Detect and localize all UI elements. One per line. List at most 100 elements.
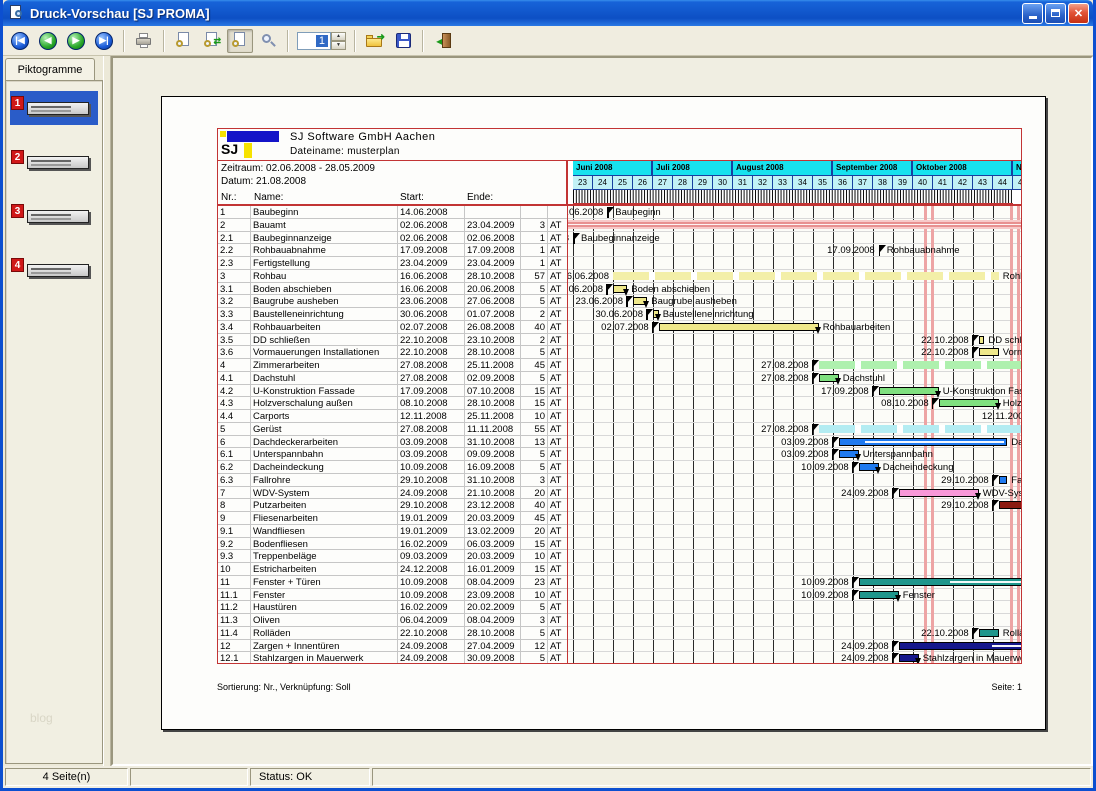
milestone-flag-icon <box>606 284 614 295</box>
page-thumbnail-image <box>27 264 89 277</box>
table-cell: Stahlzargen in Mauerwerk <box>251 652 398 664</box>
table-cell: AT <box>548 652 567 664</box>
gantt-label: 27.08.2008 <box>761 360 809 371</box>
table-cell: AT <box>548 359 567 371</box>
exit-button[interactable]: ◄ <box>430 29 456 53</box>
magnifier-icon <box>260 33 276 49</box>
timeline-month: November 2008 <box>1013 161 1022 176</box>
gantt-label: 29.10.2008 <box>941 475 989 486</box>
table-cell: 02.06.2008 <box>398 232 465 244</box>
table-row: 8Putzarbeiten29.10.200823.12.200840AT <box>218 499 567 512</box>
table-cell: Wandfliesen <box>251 525 398 537</box>
close-button[interactable]: ✕ <box>1068 3 1089 24</box>
table-cell: 5 <box>521 372 548 384</box>
page-thumbnail-3[interactable]: 3 <box>10 199 98 233</box>
print-button[interactable] <box>131 29 157 53</box>
table-cell: Unterspannbahn <box>251 448 398 460</box>
table-cell: 31.10.2008 <box>465 474 521 486</box>
page-thumbnail-image <box>27 210 89 223</box>
table-cell: 02.06.2008 <box>398 219 465 231</box>
zoom-out-page-icon <box>176 32 192 49</box>
table-cell: 28.10.2008 <box>465 346 521 358</box>
table-cell: AT <box>548 334 567 346</box>
next-page-button[interactable]: ▶ <box>63 29 89 53</box>
table-cell: 1 <box>521 232 548 244</box>
page-thumbnail-image <box>27 102 89 115</box>
gantt-bar <box>979 348 999 356</box>
status-bar: 4 Seite(n) Status: OK <box>3 766 1093 788</box>
table-cell: AT <box>548 423 567 435</box>
spinner-down-button[interactable]: ▼ <box>331 41 346 50</box>
table-cell: 09.09.2008 <box>465 448 521 460</box>
table-cell: Baubeginnanzeige <box>251 232 398 244</box>
table-cell: Dacheindeckung <box>251 461 398 473</box>
open-file-button[interactable]: ➜ <box>362 29 388 53</box>
page-thumbnail-2[interactable]: 2 <box>10 145 98 179</box>
table-cell: 27.06.2008 <box>465 295 521 307</box>
table-cell: 06.03.2009 <box>465 538 521 550</box>
table-cell: 16.06.2008 <box>398 270 465 282</box>
table-cell: 11.11.2008 <box>465 423 521 435</box>
timeline-month: Oktober 2008 <box>913 161 1013 176</box>
table-cell: 3.2 <box>218 295 251 307</box>
gantt-label: 08.10.2008 <box>881 398 929 409</box>
table-row: 3.6Vormauerungen Installationen22.10.200… <box>218 346 567 359</box>
table-row: 11.1Fenster10.09.200823.09.200810AT <box>218 589 567 602</box>
table-cell: 6.3 <box>218 474 251 486</box>
table-cell: AT <box>548 576 567 588</box>
zoom-fit-page-button[interactable]: ⇄ <box>199 29 225 53</box>
table-cell: AT <box>548 640 567 652</box>
first-page-button[interactable]: |◀ <box>7 29 33 53</box>
minimize-button[interactable] <box>1022 3 1043 24</box>
table-cell: Carports <box>251 410 398 422</box>
gantt-row-line <box>568 231 1021 232</box>
gantt-label: 16.06.2008 <box>567 284 603 295</box>
table-cell: 20 <box>521 525 548 537</box>
table-cell: 27.08.2008 <box>398 423 465 435</box>
page-spinner: 1 ▲ ▼ <box>297 32 346 50</box>
zoom-fit-page-icon: ⇄ <box>204 32 220 49</box>
timeline-month: Juli 2008 <box>653 161 733 176</box>
page-number-input[interactable]: 1 <box>297 32 331 50</box>
tab-piktogramme[interactable]: Piktogramme <box>5 58 95 80</box>
spinner-up-button[interactable]: ▲ <box>331 32 346 41</box>
link-arrow-icon <box>643 301 649 308</box>
sidebar-splitter[interactable] <box>103 56 111 766</box>
last-page-button[interactable]: ▶| <box>91 29 117 53</box>
link-arrow-icon <box>855 454 861 461</box>
link-arrow-icon <box>655 314 661 321</box>
next-page-icon: ▶ <box>67 32 85 50</box>
maximize-button[interactable] <box>1045 3 1066 24</box>
table-cell: Zimmerarbeiten <box>251 359 398 371</box>
zoom-out-page-button[interactable] <box>171 29 197 53</box>
table-cell: 10.09.2008 <box>398 461 465 473</box>
table-cell: Fliesenarbeiten <box>251 512 398 524</box>
gantt-bar <box>979 629 999 637</box>
zoom-in-page-button[interactable] <box>227 29 253 53</box>
table-cell: Boden abschieben <box>251 283 398 295</box>
page-thumbnail-image <box>27 156 89 169</box>
table-cell: AT <box>548 589 567 601</box>
gantt-label: 12.11.2008 <box>982 411 1022 422</box>
gantt-row-line <box>568 269 1021 270</box>
table-cell: 29.10.2008 <box>398 499 465 511</box>
table-cell: 14.06.2008 <box>398 206 465 218</box>
gantt-label: Fallrohre <box>1011 475 1022 486</box>
table-cell: Baugrube ausheben <box>251 295 398 307</box>
magnifier-button[interactable] <box>255 29 281 53</box>
timeline-week: 23 <box>573 176 593 190</box>
gantt-label: 10.09.2008 <box>801 590 849 601</box>
milestone-flag-icon <box>573 233 581 244</box>
table-cell: 16.06.2008 <box>398 283 465 295</box>
save-file-button[interactable] <box>390 29 416 53</box>
preview-page[interactable]: SJ SJ Software GmbH Aachen Dateiname: mu… <box>161 96 1046 730</box>
table-cell: AT <box>548 283 567 295</box>
previous-page-button[interactable]: ◀ <box>35 29 61 53</box>
table-cell: 23.04.2009 <box>398 257 465 269</box>
gantt-bar <box>613 272 999 280</box>
timeline-month: Juni 2008 <box>573 161 653 176</box>
page-thumbnail-4[interactable]: 4 <box>10 253 98 287</box>
table-cell: 24.12.2008 <box>398 563 465 575</box>
page-thumbnail-1[interactable]: 1 <box>10 91 98 125</box>
gantt-label: 22.10.2008 <box>921 628 969 639</box>
